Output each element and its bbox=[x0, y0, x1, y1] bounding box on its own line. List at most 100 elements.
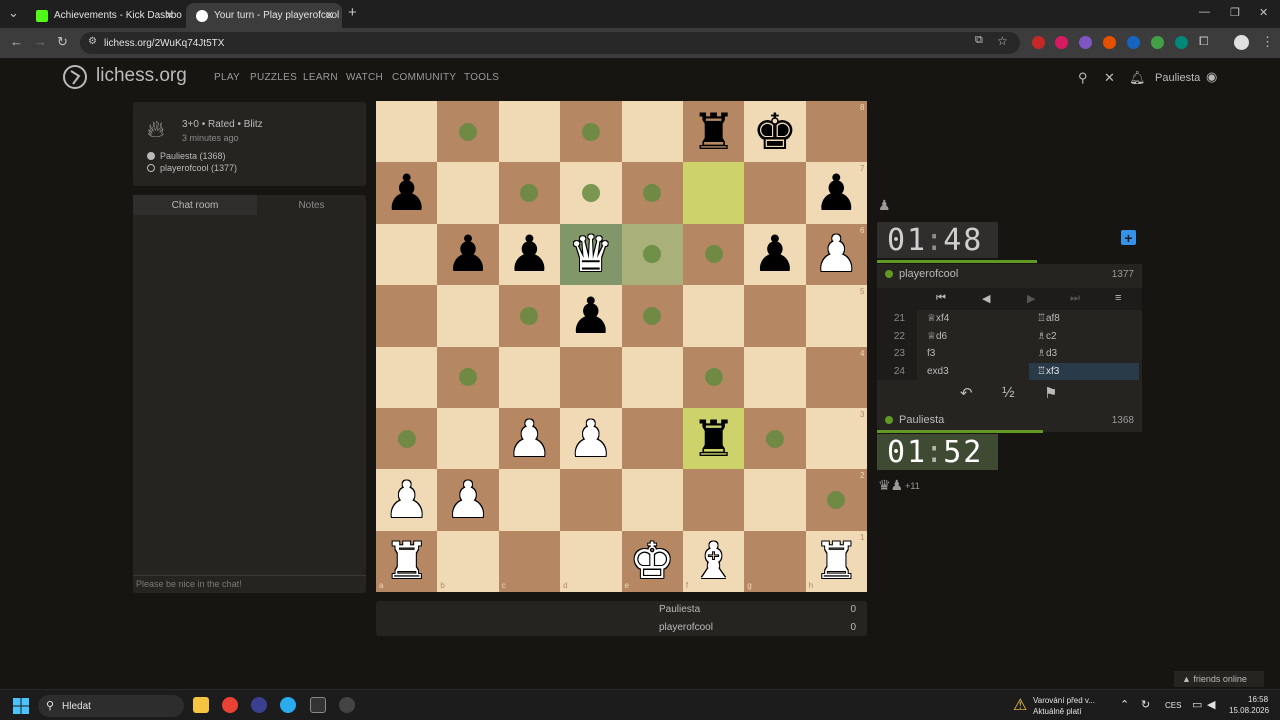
white-move[interactable]: ♕xf4 bbox=[927, 313, 949, 324]
browser-tab-kick[interactable]: Achievements - Kick Dashboard ✕ bbox=[26, 3, 182, 28]
extensions-puzzle-icon[interactable]: ⧠ bbox=[1199, 34, 1209, 49]
file-explorer-icon[interactable] bbox=[193, 697, 209, 713]
extension-icon[interactable] bbox=[1175, 36, 1188, 49]
site-info-icon[interactable]: ⚙ bbox=[88, 36, 97, 47]
close-tab-icon[interactable]: ✕ bbox=[325, 9, 334, 22]
move-dest-dot[interactable] bbox=[704, 368, 723, 387]
challenge-icon[interactable]: ✕ bbox=[1104, 70, 1115, 86]
own-player-line[interactable]: Pauliesta 1368 bbox=[877, 410, 1142, 430]
black-pawn-h7[interactable]: ♟ bbox=[806, 162, 867, 223]
chat-input[interactable]: Please be nice in the chat! bbox=[133, 575, 366, 593]
white-pawn-d3[interactable]: ♟ bbox=[560, 408, 621, 469]
black-rook-f8[interactable]: ♜ bbox=[683, 101, 744, 162]
white-bishop-f1[interactable]: ♝ bbox=[683, 531, 744, 592]
opponent-player-line[interactable]: playerofcool 1377 bbox=[877, 264, 1142, 284]
warning-icon[interactable]: ⚠ bbox=[1013, 695, 1027, 715]
move-dest-dot[interactable] bbox=[643, 306, 662, 325]
black-pawn-g6[interactable]: ♟ bbox=[744, 224, 805, 285]
black-king-g8[interactable]: ♚ bbox=[744, 101, 805, 162]
user-menu[interactable]: Pauliesta bbox=[1155, 72, 1200, 84]
white-move[interactable]: f3 bbox=[927, 348, 935, 359]
notice-line-1[interactable]: Varování před v... bbox=[1033, 696, 1095, 705]
extension-adblock-icon[interactable] bbox=[1032, 36, 1045, 49]
white-player-info[interactable]: Pauliesta (1368) bbox=[147, 151, 226, 161]
extension-icon[interactable] bbox=[1079, 36, 1092, 49]
square-a8[interactable] bbox=[376, 101, 438, 163]
square-a5[interactable] bbox=[376, 285, 438, 347]
profile-avatar[interactable] bbox=[1234, 35, 1249, 50]
white-queen-d6[interactable]: ♛ bbox=[560, 224, 621, 285]
language-indicator[interactable]: CES bbox=[1165, 701, 1181, 710]
next-move-icon[interactable]: ▶ bbox=[1027, 292, 1035, 305]
white-rook-a1[interactable]: ♜ bbox=[376, 531, 437, 592]
back-icon[interactable]: ← bbox=[10, 34, 23, 49]
taskbar-search[interactable]: ⚲ Hledat bbox=[38, 695, 184, 717]
square-g1[interactable] bbox=[744, 530, 806, 593]
volume-icon[interactable]: ◀ bbox=[1207, 698, 1215, 711]
nav-community[interactable]: COMMUNITY bbox=[392, 72, 456, 83]
maximize-icon[interactable]: ❐ bbox=[1230, 6, 1240, 19]
square-b7[interactable] bbox=[437, 162, 499, 224]
browser-tab-lichess[interactable]: Your turn - Play playerofcool ✕ bbox=[186, 3, 342, 28]
extension-icon[interactable] bbox=[1151, 36, 1164, 49]
prev-move-icon[interactable]: ◀ bbox=[982, 292, 990, 305]
square-c2[interactable] bbox=[498, 469, 561, 531]
square-f7[interactable] bbox=[682, 162, 745, 224]
bookmark-star-icon[interactable]: ☆ bbox=[997, 34, 1008, 48]
square-g7[interactable] bbox=[744, 162, 806, 224]
black-pawn-c6[interactable]: ♟ bbox=[499, 224, 560, 285]
offer-draw-icon[interactable]: ½ bbox=[1002, 384, 1015, 401]
app-icon[interactable] bbox=[339, 697, 355, 713]
user-avatar-icon[interactable]: ◉ bbox=[1206, 69, 1217, 85]
square-g5[interactable] bbox=[744, 285, 806, 347]
square-e8[interactable] bbox=[621, 101, 683, 163]
cast-icon[interactable]: ⧉ bbox=[975, 34, 983, 47]
new-tab-icon[interactable]: + bbox=[348, 4, 357, 21]
extension-icon[interactable] bbox=[1055, 36, 1068, 49]
square-e3[interactable] bbox=[621, 407, 683, 470]
chess-board[interactable]: 8 7 6 5 4 3 2 1 a b c d e f g h ♜ ♚ ♟ ♟ ♟ ♟ ♛ ♟ ♟ ♟ ♟ ♟ ♜ ♟ ♟ ♜ ♚ ♝ ♜ bbox=[376, 101, 868, 593]
address-bar[interactable]: ⚙ lichess.org/2WuKq74Jt5TX bbox=[80, 32, 1020, 54]
square-h5[interactable] bbox=[805, 285, 868, 347]
nav-watch[interactable]: WATCH bbox=[346, 72, 383, 83]
extension-icon[interactable] bbox=[1127, 36, 1140, 49]
reload-icon[interactable]: ↻ bbox=[57, 34, 68, 50]
tab-chat-room[interactable]: Chat room bbox=[133, 195, 257, 215]
browser-menu-icon[interactable]: ⋮ bbox=[1261, 34, 1274, 50]
chrome-icon[interactable] bbox=[222, 697, 238, 713]
square-g4[interactable] bbox=[744, 346, 806, 408]
white-pawn-b2[interactable]: ♟ bbox=[437, 469, 498, 530]
nav-play[interactable]: PLAY bbox=[214, 72, 240, 83]
nav-puzzles[interactable]: PUZZLES bbox=[250, 72, 297, 83]
forward-icon[interactable]: → bbox=[34, 34, 47, 49]
tab-search-icon[interactable]: ⌄ bbox=[8, 5, 19, 21]
search-icon[interactable]: ⚲ bbox=[1078, 70, 1088, 86]
black-player-info[interactable]: playerofcool (1377) bbox=[147, 163, 237, 173]
move-dest-dot[interactable] bbox=[581, 122, 600, 141]
nav-learn[interactable]: LEARN bbox=[303, 72, 338, 83]
move-dest-dot[interactable] bbox=[704, 245, 723, 264]
last-move-icon[interactable]: ⏭ bbox=[1070, 292, 1080, 305]
clock-date[interactable]: 15.08.2026 bbox=[1229, 706, 1269, 715]
square-c8[interactable] bbox=[498, 101, 561, 163]
menu-hamburger-icon[interactable]: ≡ bbox=[1115, 292, 1121, 304]
square-a6[interactable] bbox=[376, 223, 438, 286]
app-icon[interactable] bbox=[251, 697, 267, 713]
black-pawn-b6[interactable]: ♟ bbox=[437, 224, 498, 285]
square-d1[interactable] bbox=[560, 530, 622, 593]
square-f2[interactable] bbox=[682, 469, 745, 531]
move-dest-dot[interactable] bbox=[397, 429, 416, 448]
windows-start-icon[interactable] bbox=[13, 698, 29, 714]
telegram-icon[interactable] bbox=[280, 697, 296, 713]
square-f5[interactable] bbox=[682, 285, 745, 347]
square-a4[interactable] bbox=[376, 346, 438, 408]
square-h4[interactable] bbox=[805, 346, 868, 408]
resign-flag-icon[interactable]: ⚑ bbox=[1044, 384, 1057, 402]
takeback-icon[interactable]: ↶ bbox=[960, 384, 973, 402]
square-b1[interactable] bbox=[437, 530, 499, 593]
black-move[interactable]: ♖af8 bbox=[1029, 310, 1139, 328]
notifications-bell-icon[interactable]: 🔔︎ bbox=[1129, 70, 1146, 86]
close-tab-icon[interactable]: ✕ bbox=[165, 9, 174, 22]
black-move-current[interactable]: ♖xf3 bbox=[1029, 362, 1139, 380]
black-rook-f3[interactable]: ♜ bbox=[683, 408, 744, 469]
